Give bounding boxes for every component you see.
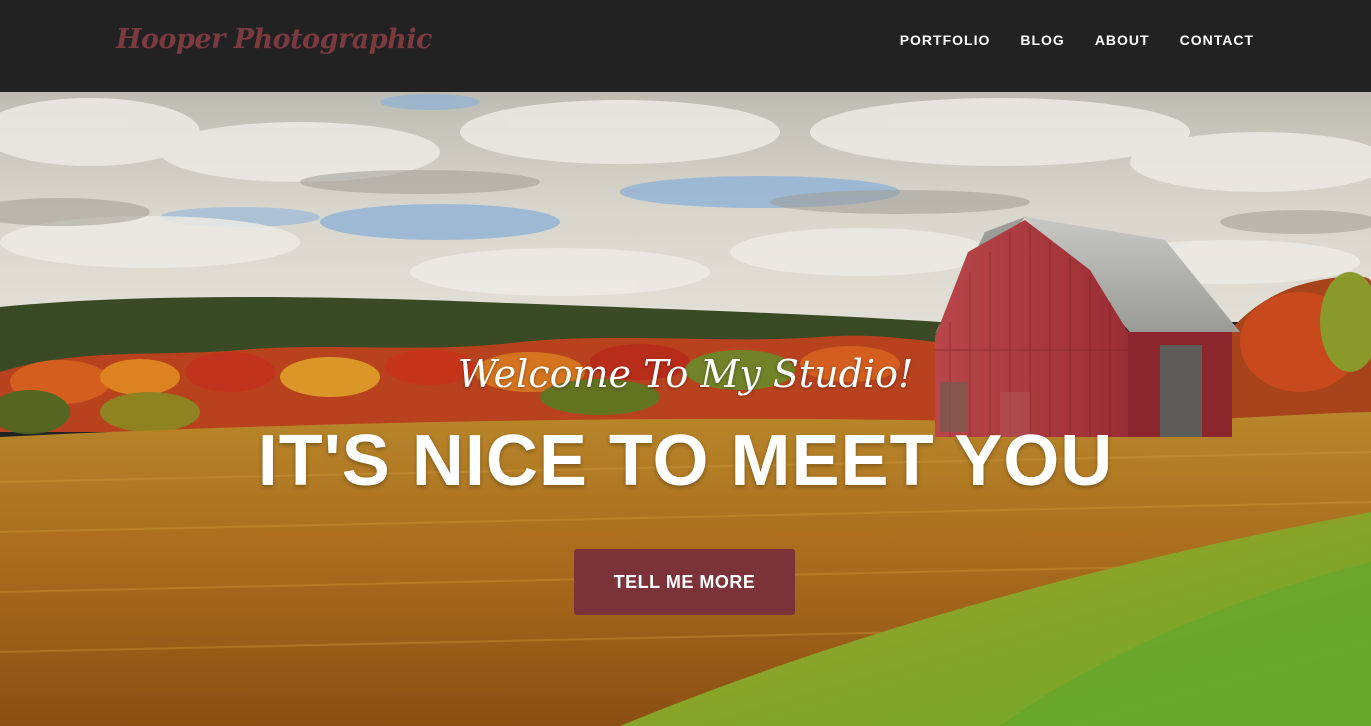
nav-menu: PORTFOLIO BLOG ABOUT CONTACT: [900, 32, 1254, 50]
nav-link-contact[interactable]: CONTACT: [1180, 32, 1254, 48]
nav-link-blog[interactable]: BLOG: [1020, 32, 1064, 48]
navbar: Hooper Photographic PORTFOLIO BLOG ABOUT…: [0, 0, 1371, 92]
hero-lead-text: Welcome To My Studio!: [457, 352, 914, 396]
nav-item-portfolio: PORTFOLIO: [900, 32, 991, 50]
nav-item-blog: BLOG: [1020, 32, 1064, 50]
nav-link-portfolio[interactable]: PORTFOLIO: [900, 32, 991, 48]
nav-item-about: ABOUT: [1095, 32, 1150, 50]
hero-section: Welcome To My Studio! IT'S NICE TO MEET …: [0, 92, 1371, 726]
tell-me-more-button[interactable]: TELL ME MORE: [574, 549, 795, 615]
nav-link-about[interactable]: ABOUT: [1095, 32, 1150, 48]
nav-item-contact: CONTACT: [1180, 32, 1254, 50]
hero-heading: IT'S NICE TO MEET YOU: [257, 421, 1114, 501]
hero-background-image: [0, 92, 1371, 726]
brand-logo[interactable]: Hooper Photographic: [116, 24, 432, 55]
